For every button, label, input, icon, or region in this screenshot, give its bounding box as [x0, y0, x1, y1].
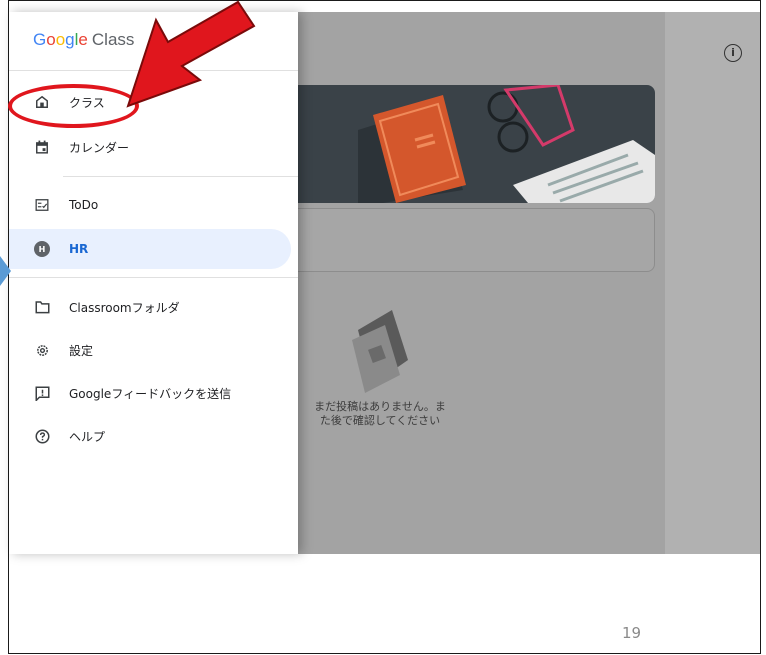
empty-stream-icon [352, 310, 408, 393]
banner-illustration [358, 85, 655, 203]
right-panel [665, 12, 760, 554]
nav-item-label: ヘルプ [69, 429, 106, 444]
help-icon [33, 427, 51, 445]
nav-divider [63, 176, 298, 177]
calendar-icon [33, 138, 51, 156]
nav-item-label: HR [69, 242, 89, 256]
nav-item-label: ToDo [69, 198, 99, 212]
nav-item-label: 設定 [69, 343, 94, 358]
nav-item-calendar[interactable]: カレンダー [9, 127, 291, 167]
nav-item-label: Classroomフォルダ [69, 300, 180, 315]
nav-item-help[interactable]: ヘルプ [9, 416, 291, 456]
slide-page-number: 19 [622, 624, 642, 642]
todo-icon [33, 196, 51, 214]
nav-item-label: Googleフィードバックを送信 [69, 386, 232, 401]
class-avatar: H [34, 241, 50, 257]
nav-item-label: カレンダー [69, 140, 130, 155]
empty-stream-message: まだ投稿はありません。また後で確認してください [314, 400, 446, 427]
feedback-icon [33, 384, 51, 402]
nav-item-classroom-folder[interactable]: Classroomフォルダ [9, 287, 291, 327]
side-marker-icon [0, 256, 11, 286]
info-icon[interactable]: i [724, 44, 742, 62]
slide: i まだ投稿はありません。また後で確認してください Google Class クラ… [0, 0, 766, 655]
nav-item-settings[interactable]: 設定 [9, 330, 291, 370]
folder-icon [33, 298, 51, 316]
nav-item-feedback[interactable]: Googleフィードバックを送信 [9, 373, 291, 413]
nav-item-todo[interactable]: ToDo [9, 185, 291, 225]
nav-item-hr[interactable]: H HR [9, 229, 291, 269]
pointer-arrow-icon [126, 0, 256, 108]
avatar-icon: H [33, 240, 51, 258]
gear-icon [33, 341, 51, 359]
class-banner [298, 85, 655, 203]
announcement-card[interactable] [298, 208, 655, 272]
nav-divider [9, 277, 298, 278]
